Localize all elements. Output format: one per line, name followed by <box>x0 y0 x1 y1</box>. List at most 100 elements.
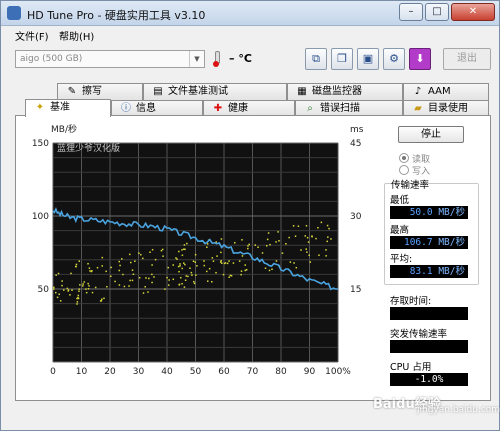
access-time-point <box>88 267 91 269</box>
access-time-point <box>153 276 155 278</box>
access-time-point <box>268 269 271 272</box>
access-time-point <box>300 249 302 251</box>
access-time-point <box>244 269 247 272</box>
access-time-point <box>295 266 298 269</box>
access-time-point <box>56 296 59 299</box>
access-time-point <box>289 261 292 263</box>
access-time-point <box>178 283 181 286</box>
menu-bar: 文件(F) 帮助(H) <box>1 25 499 43</box>
stop-button[interactable]: 停止 <box>398 126 464 143</box>
tab-disk-monitor[interactable]: ▦ 磁盘监控器 <box>287 83 403 100</box>
copy-info-button[interactable]: ⧉ <box>305 48 327 70</box>
access-time-point <box>138 276 141 279</box>
access-time-point <box>211 257 214 259</box>
access-time-point <box>232 262 235 264</box>
access-time-point <box>306 236 309 239</box>
tab-benchmark[interactable]: ✦ 基准 <box>25 99 111 117</box>
copy-all-button[interactable]: ❐ <box>331 48 353 70</box>
access-time-display <box>390 307 468 320</box>
access-time-point <box>142 257 144 260</box>
access-time-point <box>87 288 90 290</box>
access-time-point <box>269 243 271 246</box>
access-time-point <box>328 227 330 230</box>
access-time-point <box>208 267 211 270</box>
access-time-point <box>76 297 78 300</box>
lightbulb-icon: ✦ <box>35 102 45 113</box>
access-time-point <box>267 232 270 234</box>
disk-monitor-icon: ▦ <box>297 86 307 97</box>
chevron-down-icon[interactable]: ▼ <box>189 51 204 67</box>
tab-aam[interactable]: ♪ AAM <box>403 83 489 100</box>
access-time-point <box>187 275 189 278</box>
access-time-point <box>91 291 94 294</box>
access-time-point <box>247 247 249 250</box>
access-time-point <box>53 288 55 290</box>
access-time-point <box>61 280 63 282</box>
access-time-point <box>228 260 230 262</box>
access-time-point <box>304 235 306 237</box>
y-right-tick-label: 45 <box>350 139 361 149</box>
menu-file[interactable]: 文件(F) <box>15 28 49 43</box>
access-time-point <box>162 255 164 257</box>
tab-file-benchmark[interactable]: ▤ 文件基准测试 <box>143 83 287 100</box>
download-button[interactable]: ⬇ <box>409 48 431 70</box>
access-time-point <box>128 285 130 287</box>
access-time-point <box>118 260 121 263</box>
y-right-tick-label: 30 <box>350 212 362 222</box>
access-time-point <box>325 255 327 257</box>
access-time-point <box>76 301 79 303</box>
access-time-point <box>206 246 208 249</box>
save-button[interactable]: ▣ <box>357 48 379 70</box>
access-time-point <box>119 264 121 267</box>
access-time-point <box>78 260 80 262</box>
access-time-point <box>54 291 57 294</box>
access-time-point <box>55 274 57 276</box>
access-time-point <box>184 248 186 251</box>
drive-select[interactable]: aigo (500 GB) ▼ <box>15 50 205 68</box>
access-time-point <box>177 265 180 268</box>
access-time-point <box>178 270 180 273</box>
access-time-point <box>220 251 222 254</box>
access-time-point <box>114 280 116 283</box>
access-time-point <box>172 264 174 266</box>
access-time-point <box>309 261 312 263</box>
access-time-point <box>181 254 184 257</box>
title-bar[interactable]: HD Tune Pro - 硬盘实用工具 v3.10 – □ ✕ <box>1 1 499 26</box>
chart-watermark-text: 蓝狸少爷汉化版 <box>57 142 120 154</box>
access-time-point <box>297 225 300 227</box>
access-time-point <box>144 286 146 288</box>
access-time-point <box>151 248 154 251</box>
min-value-display: 50.0 MB/秒 <box>390 206 468 219</box>
exit-button[interactable]: 退出 <box>443 48 491 70</box>
window-title: HD Tune Pro - 硬盘实用工具 v3.10 <box>27 9 206 22</box>
access-time-point <box>183 262 185 264</box>
close-button[interactable]: ✕ <box>451 3 495 21</box>
avg-label: 平均: <box>390 254 413 265</box>
access-time-point <box>206 243 209 245</box>
access-time-point <box>241 239 243 241</box>
access-time-point <box>294 235 297 237</box>
chart-svg: 50 100 150 15 30 45 MB/秒 ms 0 10 20 30 40 50 60 70 80 90 1… <box>32 123 364 377</box>
access-time-point <box>196 265 198 267</box>
options-button[interactable]: ⚙ <box>383 48 405 70</box>
menu-help[interactable]: 帮助(H) <box>59 28 94 43</box>
access-time-point <box>110 266 112 269</box>
min-label: 最低 <box>390 195 410 206</box>
access-time-point <box>222 273 225 276</box>
max-label: 最高 <box>390 225 410 236</box>
access-time-point <box>140 253 142 256</box>
app-window: HD Tune Pro - 硬盘实用工具 v3.10 – □ ✕ 文件(F) 帮… <box>0 0 500 431</box>
x-tick-label: 100% <box>325 367 351 377</box>
min-unit: MB/秒 <box>438 207 465 218</box>
access-time-point <box>85 288 87 290</box>
access-time-point <box>85 291 88 294</box>
access-time-point <box>193 280 195 283</box>
access-time-point <box>168 279 170 281</box>
tab-erase[interactable]: ✎ 擦写 <box>57 83 143 100</box>
access-time-point <box>151 281 153 284</box>
maximize-button[interactable]: □ <box>425 3 449 21</box>
access-time-point <box>82 283 84 285</box>
write-radio[interactable]: 写入 <box>399 164 430 177</box>
access-time-point <box>325 249 327 251</box>
minimize-button[interactable]: – <box>399 3 423 21</box>
